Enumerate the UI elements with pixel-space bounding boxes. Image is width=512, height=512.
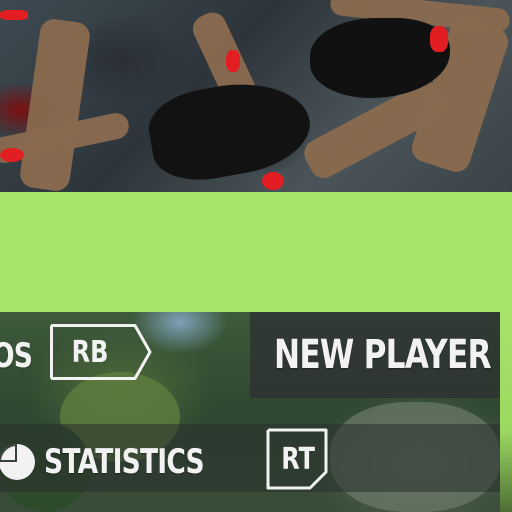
shadow-creature	[143, 71, 317, 189]
menu-title: NEW PLAYER	[274, 332, 492, 378]
menu-panel: OS RB NEW PLAYER STATISTICS RT	[0, 312, 500, 512]
pie-chart-icon	[0, 444, 35, 480]
rb-button-badge[interactable]: RB	[50, 324, 126, 380]
red-glow	[262, 172, 284, 190]
red-glow	[0, 148, 24, 162]
red-glow	[226, 50, 240, 72]
tree-branch	[18, 17, 92, 193]
red-glow	[430, 26, 448, 52]
rb-badge-arrow	[124, 324, 152, 380]
panel-edge	[500, 312, 512, 512]
green-banner	[0, 192, 512, 312]
rt-button-label: RT	[281, 441, 315, 477]
rb-button-label: RB	[71, 334, 108, 370]
game-screen: OS RB NEW PLAYER STATISTICS RT	[0, 0, 512, 512]
background-artwork	[0, 0, 512, 193]
previous-tab-label[interactable]: OS	[0, 336, 33, 376]
red-glow	[0, 10, 28, 20]
statistics-menu-item[interactable]: STATISTICS	[44, 442, 205, 482]
rt-button-text-wrap: RT	[266, 428, 330, 490]
